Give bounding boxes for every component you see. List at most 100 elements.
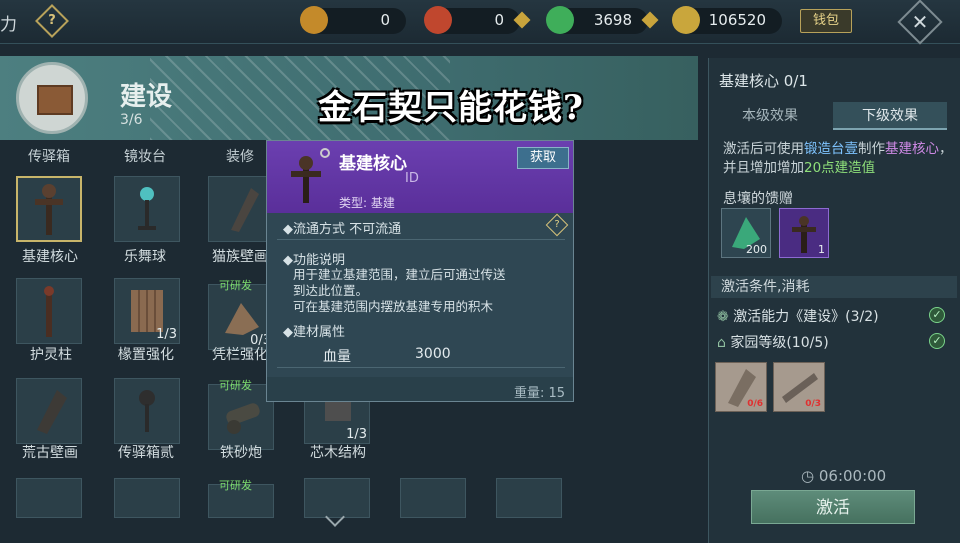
material-count: 0/6 <box>747 399 763 409</box>
condition-text: 激活能力《建设》(3/2) <box>733 309 879 325</box>
pillar-icon <box>44 286 54 337</box>
mural-icon <box>37 390 67 434</box>
tooltip-item-type: 类型: 基建 <box>339 196 395 210</box>
currency-red-value: 0 <box>494 11 504 29</box>
item-slot-core[interactable] <box>16 176 82 242</box>
gold-leaf-icon <box>672 6 700 34</box>
condition-text: 家园等级(10/5) <box>730 335 829 351</box>
research-tag: 可研发 <box>219 479 252 492</box>
ability-icon: ❁ <box>717 309 734 325</box>
tab-decoration[interactable]: 装修 <box>226 146 254 166</box>
cannon-icon <box>226 403 260 434</box>
item-tooltip: 基建核心 ID 类型: 基建 获取 ◆流通方式 不可流通 ? ◆功能说明 用于建… <box>266 140 574 402</box>
currency-bronze: 0 <box>300 6 406 34</box>
obtain-button[interactable]: 获取 <box>517 147 569 169</box>
currency-bronze-value: 0 <box>380 11 390 29</box>
item-slot-rafter[interactable]: 1/3 <box>114 278 180 344</box>
material-slot[interactable]: 0/3 <box>773 362 825 412</box>
function-description: 用于建立基建范围，建立后可通过传送 到达此位置。 可在基建范围内摆放基建专用的积… <box>293 267 563 315</box>
material-slot[interactable]: 0/6 <box>715 362 767 412</box>
bronze-coin-icon <box>300 6 328 34</box>
item-label: 芯木结构 <box>310 445 366 461</box>
item-slot-ancient-mural[interactable] <box>16 378 82 444</box>
description-line: 到达此位置。 <box>293 283 369 298</box>
gift-count: 1 <box>818 243 825 256</box>
close-button[interactable]: ✕ <box>897 0 943 45</box>
gift-title: 息壤的馈赠 <box>723 191 793 207</box>
hp-value: 3000 <box>415 346 451 362</box>
item-label: 护灵柱 <box>30 347 72 363</box>
item-slot-cat-mural[interactable] <box>208 176 274 242</box>
function-section-title: ◆功能说明 <box>283 253 346 268</box>
item-slot-courier-box-2[interactable] <box>114 378 180 444</box>
hp-label: 血量 <box>323 349 351 365</box>
gift-slot[interactable]: 1 <box>779 208 829 258</box>
divider <box>277 239 565 240</box>
add-red-coin-button[interactable] <box>513 11 531 29</box>
item-label: 猫族壁画 <box>212 249 268 265</box>
build-value-highlight: 20点建造值 <box>804 160 876 176</box>
material-count: 0/3 <box>805 399 821 409</box>
totem-icon <box>291 148 330 203</box>
overlay-caption: 金石契只能花钱? <box>318 88 584 128</box>
jade-icon <box>546 6 574 34</box>
gift-count: 200 <box>746 243 767 256</box>
attribute-section-title: ◆建材属性 <box>283 325 346 340</box>
effect-text: 激活后可使用 <box>723 141 804 157</box>
circulation-help-button[interactable]: ? <box>545 213 569 237</box>
divider <box>277 367 565 368</box>
conditions-header: 激活条件,消耗 <box>711 276 957 298</box>
item-slot-row4-1[interactable] <box>16 478 82 518</box>
question-icon: ? <box>48 13 56 28</box>
check-icon: ✓ <box>929 333 945 349</box>
timer-value: 06:00:00 <box>818 467 887 485</box>
description-line: 用于建立基建范围，建立后可通过传送 <box>293 267 506 282</box>
help-button[interactable]: ? <box>35 4 69 38</box>
item-slot-row4-3[interactable]: 可研发 <box>208 479 274 518</box>
currency-gold: 106520 <box>672 6 782 34</box>
research-tag: 可研发 <box>219 279 252 292</box>
item-slot-spirit-pillar[interactable] <box>16 278 82 344</box>
item-count: 1/3 <box>156 327 177 342</box>
tooltip-item-id: ID <box>405 171 419 186</box>
gift-slot[interactable]: 200 <box>721 208 771 258</box>
item-slot-railing[interactable]: 可研发 0/3 <box>208 279 274 350</box>
item-count: 1/3 <box>346 427 367 442</box>
item-label: 乐舞球 <box>124 249 166 265</box>
item-label: 荒古壁画 <box>22 445 78 461</box>
category-progress: 3/6 <box>120 112 143 128</box>
wallet-button[interactable]: 钱包 <box>800 9 852 33</box>
currency-jade: 3698 <box>546 6 659 34</box>
condition-row: ⌂ 家园等级(10/5) <box>717 332 829 352</box>
crate-icon <box>37 85 73 115</box>
check-icon: ✓ <box>929 307 945 323</box>
circulation-text: 流通方式 不可流通 <box>293 222 402 237</box>
add-jade-button[interactable] <box>641 11 659 29</box>
item-slot-row4-6[interactable] <box>496 478 562 518</box>
core-link[interactable]: 基建核心 <box>885 141 939 157</box>
tab-mirror-table[interactable]: 镜妆台 <box>124 146 166 166</box>
item-slot-dance-ball[interactable] <box>114 176 180 242</box>
item-label: 基建核心 <box>22 249 78 265</box>
tab-next-effect[interactable]: 下级效果 <box>833 102 947 130</box>
item-slot-iron-cannon[interactable]: 可研发 <box>208 379 274 450</box>
item-slot-row4-5[interactable] <box>400 478 466 518</box>
tooltip-item-name: 基建核心 <box>339 154 407 174</box>
detail-title: 基建核心 0/1 <box>719 72 808 90</box>
close-icon: ✕ <box>911 10 929 34</box>
section-title: 功能说明 <box>293 253 346 268</box>
tab-current-effect[interactable]: 本级效果 <box>713 102 827 130</box>
effect-text: 制作 <box>858 141 885 157</box>
detail-panel: 基建核心 0/1 本级效果 下级效果 激活后可使用锻造台壹制作基建核心，并且增加… <box>708 58 960 543</box>
item-weight: 重量: 15 <box>513 386 565 401</box>
item-label: 铁砂炮 <box>220 445 262 461</box>
item-slot-row4-2[interactable] <box>114 478 180 518</box>
activate-button[interactable]: 激活 <box>751 490 915 524</box>
tab-courier-box[interactable]: 传驿箱 <box>28 146 70 166</box>
forge-link[interactable]: 锻造台壹 <box>804 141 858 157</box>
item-label: 凭栏强化 <box>212 347 268 363</box>
page-title-fragment: 力 <box>0 15 17 35</box>
question-icon: ? <box>554 219 560 230</box>
research-tag: 可研发 <box>219 379 252 392</box>
orb-stand-icon <box>138 187 156 230</box>
